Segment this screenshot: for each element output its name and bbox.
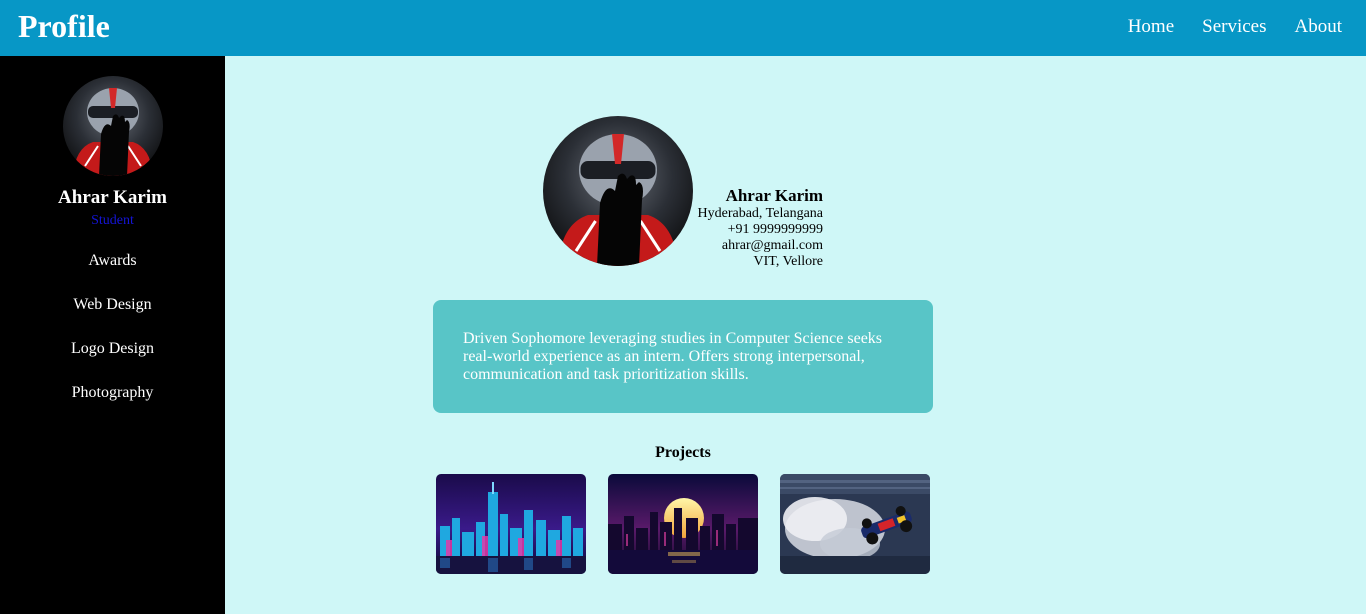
summary-text: Driven Sophomore leveraging studies in C… (463, 330, 883, 383)
main-nav: Home Services About (1128, 16, 1342, 38)
profile-college: VIT, Vellore (753, 254, 823, 269)
profile-avatar (543, 116, 693, 266)
nav-services-link[interactable]: Services (1202, 16, 1266, 38)
sidebar-user-role: Student (91, 213, 134, 228)
sidebar-item-web-design[interactable]: Web Design (0, 296, 225, 340)
projects-heading: Projects (655, 444, 711, 461)
project-thumbnail-sunset-city[interactable] (608, 474, 758, 574)
brand-title: Profile (18, 8, 110, 44)
sidebar-item-awards[interactable]: Awards (0, 252, 225, 296)
sidebar-item-photography[interactable]: Photography (0, 384, 225, 428)
top-navbar: Profile Home Services About (0, 0, 1366, 56)
summary-box: Driven Sophomore leveraging studies in C… (433, 300, 933, 413)
nav-home-link[interactable]: Home (1128, 16, 1174, 38)
sidebar-avatar (63, 76, 163, 176)
contact-card: Ahrar Karim Hyderabad, Telangana +91 999… (690, 186, 823, 270)
project-thumbnail-city-skyline[interactable] (436, 474, 586, 574)
profile-name: Ahrar Karim (725, 186, 823, 205)
project-thumbnail-race-car[interactable] (780, 474, 930, 574)
sidebar: Ahrar Karim Student Awards Web Design Lo… (0, 56, 225, 614)
sidebar-menu: Awards Web Design Logo Design Photograph… (0, 252, 225, 428)
profile-email: ahrar@gmail.com (721, 238, 823, 253)
nav-about-link[interactable]: About (1295, 16, 1343, 38)
profile-phone: +91 9999999999 (727, 222, 823, 237)
sidebar-item-logo-design[interactable]: Logo Design (0, 340, 225, 384)
sidebar-user-name: Ahrar Karim (58, 187, 167, 208)
profile-location: Hyderabad, Telangana (697, 206, 823, 221)
